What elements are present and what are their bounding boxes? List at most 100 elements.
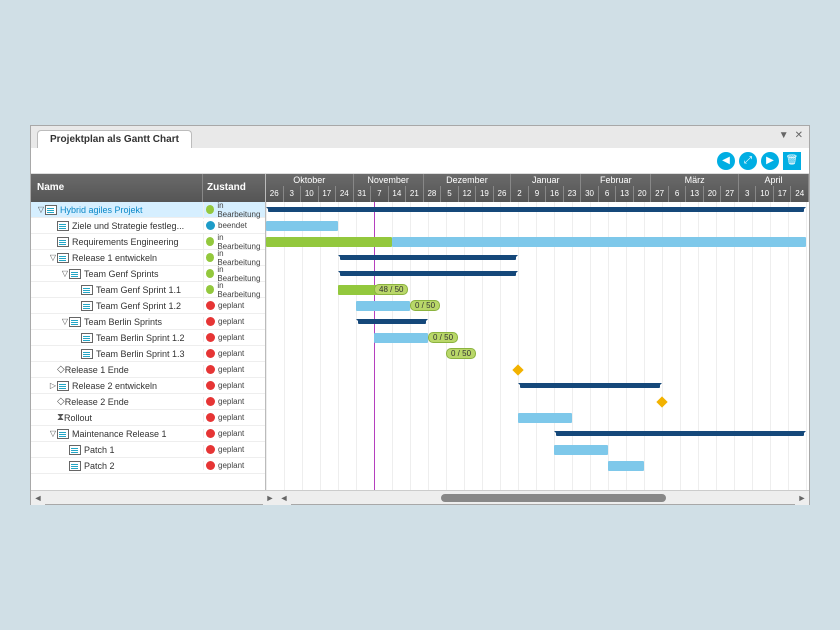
task-icon [57,237,69,247]
summary-bar[interactable] [340,255,516,260]
summary-bar[interactable] [268,207,804,212]
expand-toggle-icon[interactable]: ▽ [49,429,57,438]
task-row[interactable]: Team Berlin Sprint 1.2geplant [31,330,265,346]
task-row[interactable]: Patch 2geplant [31,458,265,474]
task-row[interactable]: Patch 1geplant [31,442,265,458]
task-row[interactable]: Release 1 Ende geplant [31,362,265,378]
week-label: 30 [581,186,599,202]
summary-bar[interactable] [520,383,660,388]
task-name: Team Berlin Sprint 1.2 [96,333,185,343]
progress-badge: 48 / 50 [374,284,408,295]
expand-toggle-icon[interactable]: ▷ [49,381,57,390]
scroll-left-icon-chart[interactable]: ◄ [277,491,291,505]
task-icon [57,221,69,231]
minimize-icon[interactable]: ▼ [779,130,789,141]
gantt-bar[interactable] [356,301,410,311]
week-label: 10 [301,186,319,202]
task-row[interactable]: ▽ Maintenance Release 1 geplant [31,426,265,442]
status-label: geplant [218,317,244,326]
status-label: in Bearbeitung [217,281,265,299]
expand-toggle-icon[interactable]: ▽ [49,253,57,262]
summary-bar[interactable] [358,319,426,324]
week-label: 2 [511,186,529,202]
task-icon [69,445,81,455]
week-label: 7 [371,186,389,202]
week-label: 28 [424,186,442,202]
task-row[interactable]: Team Berlin Sprint 1.3geplant [31,346,265,362]
progress-badge: 0 / 50 [428,332,458,343]
month-label: November [354,174,424,186]
status-dot-icon [206,333,215,342]
task-row[interactable]: Release 2 Endegeplant [31,394,265,410]
summary-bar[interactable] [556,431,804,436]
horizontal-scrollbar[interactable]: ◄ ► ◄ ► [31,490,809,504]
week-label: 6 [669,186,687,202]
week-label: 17 [319,186,337,202]
task-icon [69,461,81,471]
gantt-bar[interactable] [608,461,644,471]
scroll-right-icon-left-pane[interactable]: ► [263,491,277,505]
task-row[interactable]: Team Genf Sprint 1.1in Bearbeitung [31,282,265,298]
month-label: April [739,174,809,186]
status-dot-icon [206,397,215,406]
status-dot-icon [206,221,215,230]
task-row[interactable]: Rolloutgeplant [31,410,265,426]
nav-left-button[interactable]: ◀ [717,152,735,170]
status-dot-icon [206,381,215,390]
scrollbar-thumb[interactable] [441,494,666,502]
summary-bar[interactable] [340,271,516,276]
gantt-timeline-pane[interactable]: OktoberNovemberDezemberJanuarFebruarMärz… [266,174,809,490]
milestone-diamond[interactable] [656,396,667,407]
task-row[interactable]: Team Genf Sprint 1.2geplant [31,298,265,314]
task-name: Patch 1 [84,445,115,455]
task-icon [81,301,93,311]
task-icon [57,253,69,263]
status-label: geplant [218,429,244,438]
status-dot-icon [206,349,215,358]
task-icon [57,381,69,391]
task-icon [81,285,93,295]
month-label: Januar [511,174,581,186]
gantt-bar[interactable] [266,237,392,247]
status-label: geplant [218,301,244,310]
task-row[interactable]: ▽Hybrid agiles Projektin Bearbeitung [31,202,265,218]
zoom-fit-button[interactable]: ⤢ [739,152,757,170]
status-dot-icon [206,461,215,470]
gantt-bar[interactable] [374,333,428,343]
task-row[interactable]: ▽Team Berlin Sprintsgeplant [31,314,265,330]
week-label: 17 [774,186,792,202]
gantt-bar[interactable] [518,413,572,423]
month-label: März [651,174,739,186]
status-label: geplant [218,365,244,374]
week-label: 24 [336,186,354,202]
month-label: Oktober [266,174,354,186]
tab-gantt[interactable]: Projektplan als Gantt Chart [37,130,192,148]
status-label: geplant [218,349,244,358]
week-label: 20 [634,186,652,202]
column-header-state[interactable]: Zustand [203,174,265,202]
gantt-bar[interactable] [266,221,338,231]
task-name: Release 2 entwickeln [72,381,157,391]
scroll-left-icon[interactable]: ◄ [31,491,45,505]
expand-toggle-icon[interactable]: ▽ [61,269,69,278]
status-label: beendet [218,221,247,230]
week-label: 24 [791,186,809,202]
delete-button[interactable]: 🗑 [783,152,801,170]
gantt-bar[interactable] [554,445,608,455]
week-label: 5 [441,186,459,202]
milestone-diamond[interactable] [512,364,523,375]
status-dot-icon [206,445,215,454]
close-icon[interactable]: ✕ [795,130,803,141]
status-dot-icon [206,237,214,246]
expand-toggle-icon[interactable]: ▽ [37,205,45,214]
nav-right-button[interactable]: ▶ [761,152,779,170]
column-header-name[interactable]: Name [31,174,203,202]
task-icon [81,349,93,359]
task-name: Maintenance Release 1 [72,429,167,439]
task-name: Release 1 Ende [65,365,129,375]
scroll-right-icon[interactable]: ► [795,491,809,505]
gantt-bar[interactable] [392,237,806,247]
expand-toggle-icon[interactable]: ▽ [61,317,69,326]
task-name: Team Genf Sprints [84,269,159,279]
task-row[interactable]: ▷Release 2 entwickelngeplant [31,378,265,394]
